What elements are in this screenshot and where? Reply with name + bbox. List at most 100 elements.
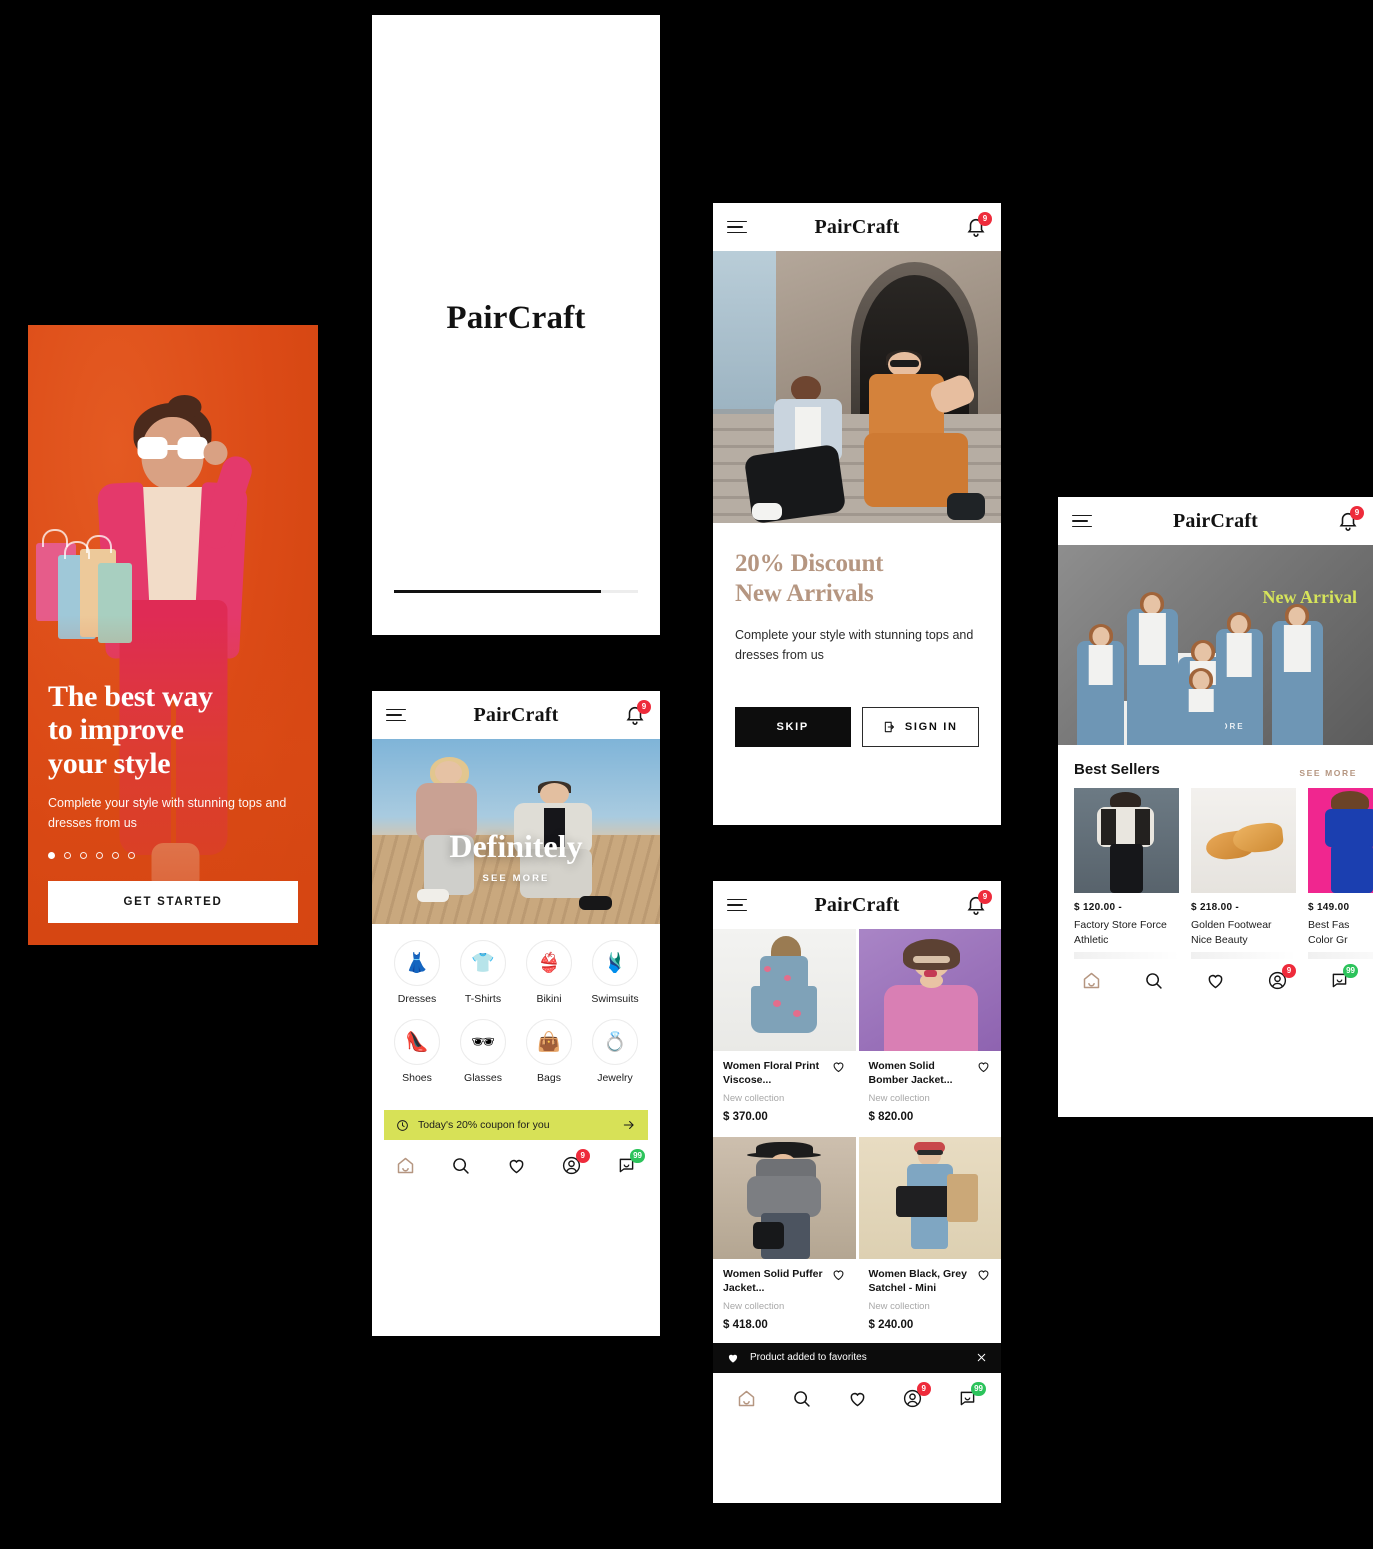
coupon-text: Today's 20% coupon for you [418, 1119, 550, 1131]
app-logo: PairCraft [814, 893, 900, 916]
sign-in-button[interactable]: SIGN IN [861, 707, 979, 747]
heart-icon[interactable] [831, 1059, 846, 1074]
bell-icon[interactable]: 9 [965, 890, 992, 916]
catalog-screen: PairCraft 9 Women Floral Print Viscose..… [713, 881, 1001, 1503]
heart-icon[interactable] [505, 1154, 528, 1177]
bell-icon[interactable]: 9 [965, 212, 992, 238]
carousel-dot[interactable] [64, 852, 71, 859]
best-seller-card[interactable]: $ 120.00 - Factory Store Force Athletic [1074, 788, 1179, 959]
heart-icon[interactable] [1204, 969, 1227, 992]
category-bikini[interactable]: 👙 Bikini [518, 940, 580, 1005]
product-card[interactable]: Women Floral Print Viscose... New collec… [713, 929, 856, 1135]
carousel-dots[interactable] [48, 852, 298, 859]
messages-icon[interactable]: 99 [956, 1381, 986, 1410]
toast-text: Product added to favorites [750, 1352, 867, 1364]
see-more-link[interactable]: SEE MORE [1299, 768, 1357, 778]
get-started-button[interactable]: GET STARTED [48, 881, 298, 923]
product-title: Women Black, Grey Satchel - Mini [868, 1267, 967, 1295]
carousel-dot[interactable] [48, 852, 55, 859]
category-label: Glasses [464, 1072, 502, 1084]
best-seller-image [1074, 788, 1179, 893]
swimsuit-icon: 🩱 [592, 940, 638, 986]
splash-progress-fill [394, 590, 602, 593]
product-card[interactable]: Women Solid Puffer Jacket... New collect… [713, 1136, 856, 1343]
notification-badge: 9 [978, 890, 992, 904]
category-grid: 👗 Dresses 👕 T-Shirts 👙 Bikini 🩱 Swimsuit… [372, 924, 660, 1104]
best-sellers-header: Best Sellers SEE MORE [1058, 745, 1373, 788]
product-image [713, 929, 856, 1051]
discount-hero-photo [713, 251, 1001, 523]
user-icon[interactable]: 9 [901, 1381, 931, 1410]
category-swimsuits[interactable]: 🩱 Swimsuits [584, 940, 646, 1005]
product-title: Women Floral Print Viscose... [723, 1060, 820, 1087]
new-arrival-banner[interactable]: New Arrival SEE MORE [1058, 545, 1373, 745]
home-hero-title: Definitely [449, 827, 583, 864]
user-icon[interactable]: 9 [560, 1149, 590, 1177]
close-icon[interactable] [975, 1351, 988, 1364]
hamburger-icon[interactable] [727, 220, 747, 234]
product-card[interactable]: Women Black, Grey Satchel - Mini New col… [858, 1136, 1001, 1343]
bell-icon[interactable]: 9 [1337, 506, 1364, 532]
bikini-icon: 👙 [526, 940, 572, 986]
best-sellers-rail[interactable]: $ 120.00 - Factory Store Force Athletic … [1058, 788, 1373, 959]
app-logo: PairCraft [473, 703, 559, 726]
hamburger-icon[interactable] [386, 708, 406, 722]
hamburger-icon[interactable] [727, 898, 747, 912]
arrow-right-icon[interactable] [622, 1118, 636, 1132]
category-jewelry[interactable]: 💍 Jewelry [584, 1019, 646, 1084]
discount-screen: PairCraft 9 20% Discount New Arrivals Co… [713, 203, 1001, 825]
sign-in-label: SIGN IN [904, 721, 958, 733]
app-header: PairCraft 9 [713, 881, 1001, 929]
home-icon[interactable] [394, 1154, 417, 1177]
messages-icon[interactable]: 99 [1328, 963, 1358, 992]
search-icon[interactable] [1142, 969, 1165, 992]
coupon-banner[interactable]: Today's 20% coupon for you [384, 1110, 648, 1140]
heart-icon[interactable] [976, 1059, 991, 1074]
heart-icon[interactable] [976, 1267, 991, 1282]
category-label: Dresses [397, 993, 437, 1005]
carousel-dot[interactable] [128, 852, 135, 859]
category-tshirts[interactable]: 👕 T-Shirts [452, 940, 514, 1005]
search-icon[interactable] [790, 1387, 813, 1410]
bottom-tab-bar: 9 99 [1058, 958, 1373, 1008]
best-seller-card[interactable]: $ 218.00 - Golden Footwear Nice Beauty [1191, 788, 1296, 959]
category-label: Swimsuits [591, 993, 639, 1005]
discount-subtitle: Complete your style with stunning tops a… [735, 628, 974, 662]
hamburger-icon[interactable] [1072, 514, 1092, 528]
home-hero-banner[interactable]: Definitely SEE MORE [372, 739, 660, 924]
category-bags[interactable]: 👜 Bags [518, 1019, 580, 1084]
best-seller-image [1308, 788, 1373, 893]
onboarding-title: The best way to improve your style [48, 679, 213, 781]
search-icon[interactable] [449, 1154, 472, 1177]
carousel-dot[interactable] [80, 852, 87, 859]
home-hero-see-more[interactable]: SEE MORE [372, 873, 660, 884]
bell-icon[interactable]: 9 [624, 700, 651, 726]
home-icon[interactable] [735, 1387, 758, 1410]
product-price: $ 370.00 [723, 1110, 768, 1123]
home-screen: PairCraft 9 Definitely SEE MORE 👗 Dresse… [372, 691, 660, 1336]
profile-badge: 9 [575, 1149, 590, 1163]
screenshot-canvas: The best way to improve your style Compl… [0, 0, 1373, 1549]
carousel-dot[interactable] [112, 852, 119, 859]
product-subtitle: New collection [868, 1092, 930, 1104]
skip-button[interactable]: SKIP [735, 707, 851, 747]
heart-icon[interactable] [831, 1267, 846, 1282]
user-icon[interactable]: 9 [1266, 963, 1296, 992]
heart-icon[interactable] [846, 1387, 869, 1410]
carousel-dot[interactable] [96, 852, 103, 859]
splash-progress-track [394, 590, 638, 593]
product-price: $ 820.00 [868, 1110, 914, 1123]
notification-badge: 9 [637, 700, 651, 714]
product-card[interactable]: Women Solid Bomber Jacket... New collect… [858, 929, 1001, 1135]
home-icon[interactable] [1080, 969, 1103, 992]
category-shoes[interactable]: 👠 Shoes [386, 1019, 448, 1084]
category-glasses[interactable]: 🕶 Glasses [452, 1019, 514, 1084]
messages-icon[interactable]: 99 [615, 1149, 645, 1177]
product-image [858, 1136, 1001, 1259]
text-fade [1191, 951, 1296, 959]
bag-icon: 👜 [526, 1019, 572, 1065]
category-label: Jewelry [597, 1072, 633, 1084]
category-dresses[interactable]: 👗 Dresses [386, 940, 448, 1005]
best-seller-card[interactable]: $ 149.00 Best Fas Color Gr [1308, 788, 1373, 959]
app-logo: PairCraft [1172, 509, 1259, 532]
